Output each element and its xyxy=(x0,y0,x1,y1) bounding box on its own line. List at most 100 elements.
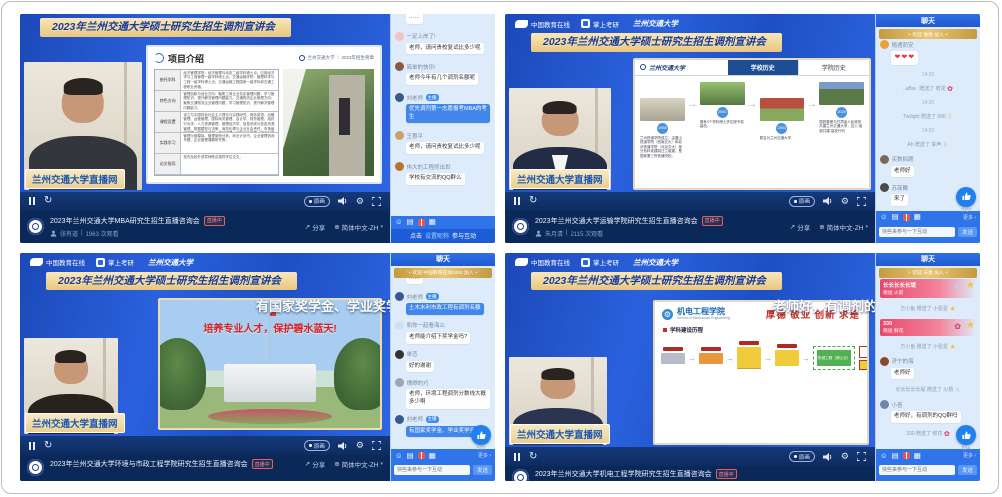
flow-box-key xyxy=(859,346,869,358)
more-button[interactable]: 更多 › xyxy=(963,214,976,221)
chat-input[interactable] xyxy=(394,465,470,475)
chat-tab[interactable]: 聊天 xyxy=(876,14,980,27)
volume-icon[interactable] xyxy=(823,197,833,205)
quality-selector[interactable]: 原画 xyxy=(789,196,815,207)
message-bubble: ❤❤❤ xyxy=(891,51,918,65)
pause-button[interactable] xyxy=(514,197,520,205)
view-count: 1963 次观看 xyxy=(86,229,119,238)
refresh-button[interactable]: ↻ xyxy=(44,196,52,206)
calendar-icon[interactable]: ▦ xyxy=(914,452,921,460)
logo-lzjtu: 兰州交通大学 xyxy=(630,257,678,268)
like-button[interactable] xyxy=(471,425,491,445)
image-icon[interactable]: ▤ xyxy=(407,218,414,226)
live-badge: 直播中 xyxy=(204,216,225,226)
volume-icon[interactable] xyxy=(338,197,348,205)
timeline-node: 1958兰州铁道学院成立，由唐山铁道学院（西南交大）和北京铁道学院（北京交大）部… xyxy=(640,98,685,159)
calendar-icon[interactable]: ▦ xyxy=(429,218,436,226)
refresh-button[interactable]: ↻ xyxy=(529,196,537,206)
settings-gear-icon[interactable]: ⚙ xyxy=(356,197,364,206)
message-bubble: 好的谢谢 xyxy=(406,361,434,373)
globe-icon: ⊕ xyxy=(334,223,339,231)
emoji-icon[interactable]: ☺ xyxy=(880,452,888,460)
send-button[interactable]: 发送 xyxy=(473,465,492,475)
timeline-node: 2020国铁集团与甘肃省人民政府共建兰州交通大学，迈入“省部共建”高校行列 xyxy=(819,82,864,134)
language-selector[interactable]: ⊕简体中文-ZH▾ xyxy=(334,459,383,469)
thumbs-up-icon xyxy=(961,191,972,202)
chat-message-list[interactable]: 随遇而安❤❤❤14:25..aBw.. 赠送了 鲜花 ✿14:30Twiligh… xyxy=(876,27,980,211)
image-icon[interactable]: ▤ xyxy=(407,452,414,460)
gift-icon[interactable] xyxy=(418,452,425,459)
chat-message-list[interactable]: ……一定上岸了!老师，请问贵校复试比多少呢简单的快乐!老师今年有几个调剂名额呢刘… xyxy=(391,14,495,216)
share-button[interactable]: ↗分享 xyxy=(305,222,325,232)
welcome-banner: `+ 欢迎 中国教育在线0262 加入 +` xyxy=(394,268,492,278)
fullscreen-icon[interactable] xyxy=(857,197,866,206)
refresh-button[interactable]: ↻ xyxy=(529,452,537,462)
gift-icon[interactable] xyxy=(903,452,910,459)
rose-icon: ✿ xyxy=(947,86,953,93)
chat-message-list[interactable]: ……刘老师主播土木水利市政工程有调剂名额和你一起看海么老师能介绍下奖学金吗?单恋… xyxy=(391,266,495,450)
username: 刘老师 xyxy=(407,415,424,423)
pause-button[interactable] xyxy=(514,453,520,461)
avatar xyxy=(395,162,404,171)
chat-message: 单恋好的谢谢 xyxy=(395,350,491,373)
chat-message-list[interactable]: 长长长长长堤赠送 火箭✈★方小鱼 赠送了 小星星 ★330赠送 鲜花✿★方小鱼 … xyxy=(876,266,980,450)
chat-message-partial: …… xyxy=(406,14,423,24)
settings-gear-icon[interactable]: ⚙ xyxy=(841,452,849,461)
pause-button[interactable] xyxy=(29,197,35,205)
timeline-caption: 拥有3个学科博士学位授予权高校。 xyxy=(700,120,745,129)
fullscreen-icon[interactable] xyxy=(372,441,381,450)
calendar-icon[interactable]: ▦ xyxy=(914,213,921,221)
partner-logos: 中国教育在线掌上考研兰州交通大学 xyxy=(20,253,390,270)
star-icon: ★ xyxy=(966,280,975,291)
message-bubble: 优先调剂第一志愿报考MBA的考生 xyxy=(406,104,490,123)
gift-icon[interactable] xyxy=(903,214,910,221)
refresh-button[interactable]: ↻ xyxy=(44,441,52,451)
calendar-icon[interactable]: ▦ xyxy=(429,452,436,460)
message-bubble: 老师好，有调剂的QQ群吗 xyxy=(891,411,961,423)
player-bar: ↻ 原画 ⚙ xyxy=(20,436,390,455)
settings-gear-icon[interactable]: ⚙ xyxy=(356,441,364,450)
person-icon xyxy=(50,230,57,237)
language-selector[interactable]: ⊕简体中文-ZH▾ xyxy=(334,222,383,232)
chat-input[interactable] xyxy=(879,465,955,475)
gift-icon[interactable] xyxy=(418,219,425,226)
like-button[interactable] xyxy=(956,425,976,445)
pause-button[interactable] xyxy=(29,442,35,450)
logo-ceol: 中国教育在线 xyxy=(30,257,85,267)
language-selector[interactable]: ⊕简体中文-ZH▾ xyxy=(819,222,868,232)
quality-selector[interactable]: 原画 xyxy=(304,196,330,207)
row-label: 依托学科 xyxy=(155,70,181,90)
like-button[interactable] xyxy=(956,187,976,207)
watermark: 兰州交通大学直播网 xyxy=(510,169,610,189)
livestream-mechanical: 中国教育在线掌上考研兰州交通大学 2023年兰州交通大学硕士研究生招生调剂宣讲会… xyxy=(505,253,980,482)
share-button[interactable]: ↗分享 xyxy=(305,459,325,469)
quality-selector[interactable]: 原画 xyxy=(304,440,330,451)
image-icon[interactable]: ▤ xyxy=(892,213,899,221)
share-button[interactable]: ↗分享 xyxy=(790,222,810,232)
chat-input[interactable] xyxy=(879,227,955,237)
heart-icon: ❤ xyxy=(908,54,915,61)
fullscreen-icon[interactable] xyxy=(857,452,866,461)
volume-icon[interactable] xyxy=(338,442,348,450)
tree xyxy=(158,338,206,410)
quality-selector[interactable]: 原画 xyxy=(789,451,815,462)
image-icon[interactable]: ▤ xyxy=(892,452,899,460)
fullscreen-icon[interactable] xyxy=(372,197,381,206)
flow-box-doctoral: 机械工程（博士点） xyxy=(817,350,851,366)
settings-gear-icon[interactable]: ⚙ xyxy=(841,197,849,206)
discipline-flowchart: → → → → 机械工程（博士点） xyxy=(661,346,861,370)
join-interaction-button[interactable]: 点击 设置昵称 参与互动 xyxy=(391,229,495,243)
send-button[interactable]: 发送 xyxy=(958,465,977,475)
university-logo xyxy=(27,218,44,235)
emoji-icon[interactable]: ☺ xyxy=(395,218,403,226)
stream-title: 2023年兰州交通大学MBA研究生招生直播咨询会 xyxy=(50,216,200,226)
emoji-icon[interactable]: ☺ xyxy=(395,452,403,460)
send-button[interactable]: 发送 xyxy=(958,227,977,237)
like-count: 522 xyxy=(471,446,491,452)
emoji-icon[interactable]: ☺ xyxy=(880,213,888,221)
chat-tab[interactable]: 聊天 xyxy=(876,253,980,266)
more-button[interactable]: 更多 › xyxy=(963,452,976,459)
more-button[interactable]: 更多 › xyxy=(478,452,491,459)
chat-tab[interactable]: 聊天 xyxy=(391,253,495,266)
volume-icon[interactable] xyxy=(823,453,833,461)
